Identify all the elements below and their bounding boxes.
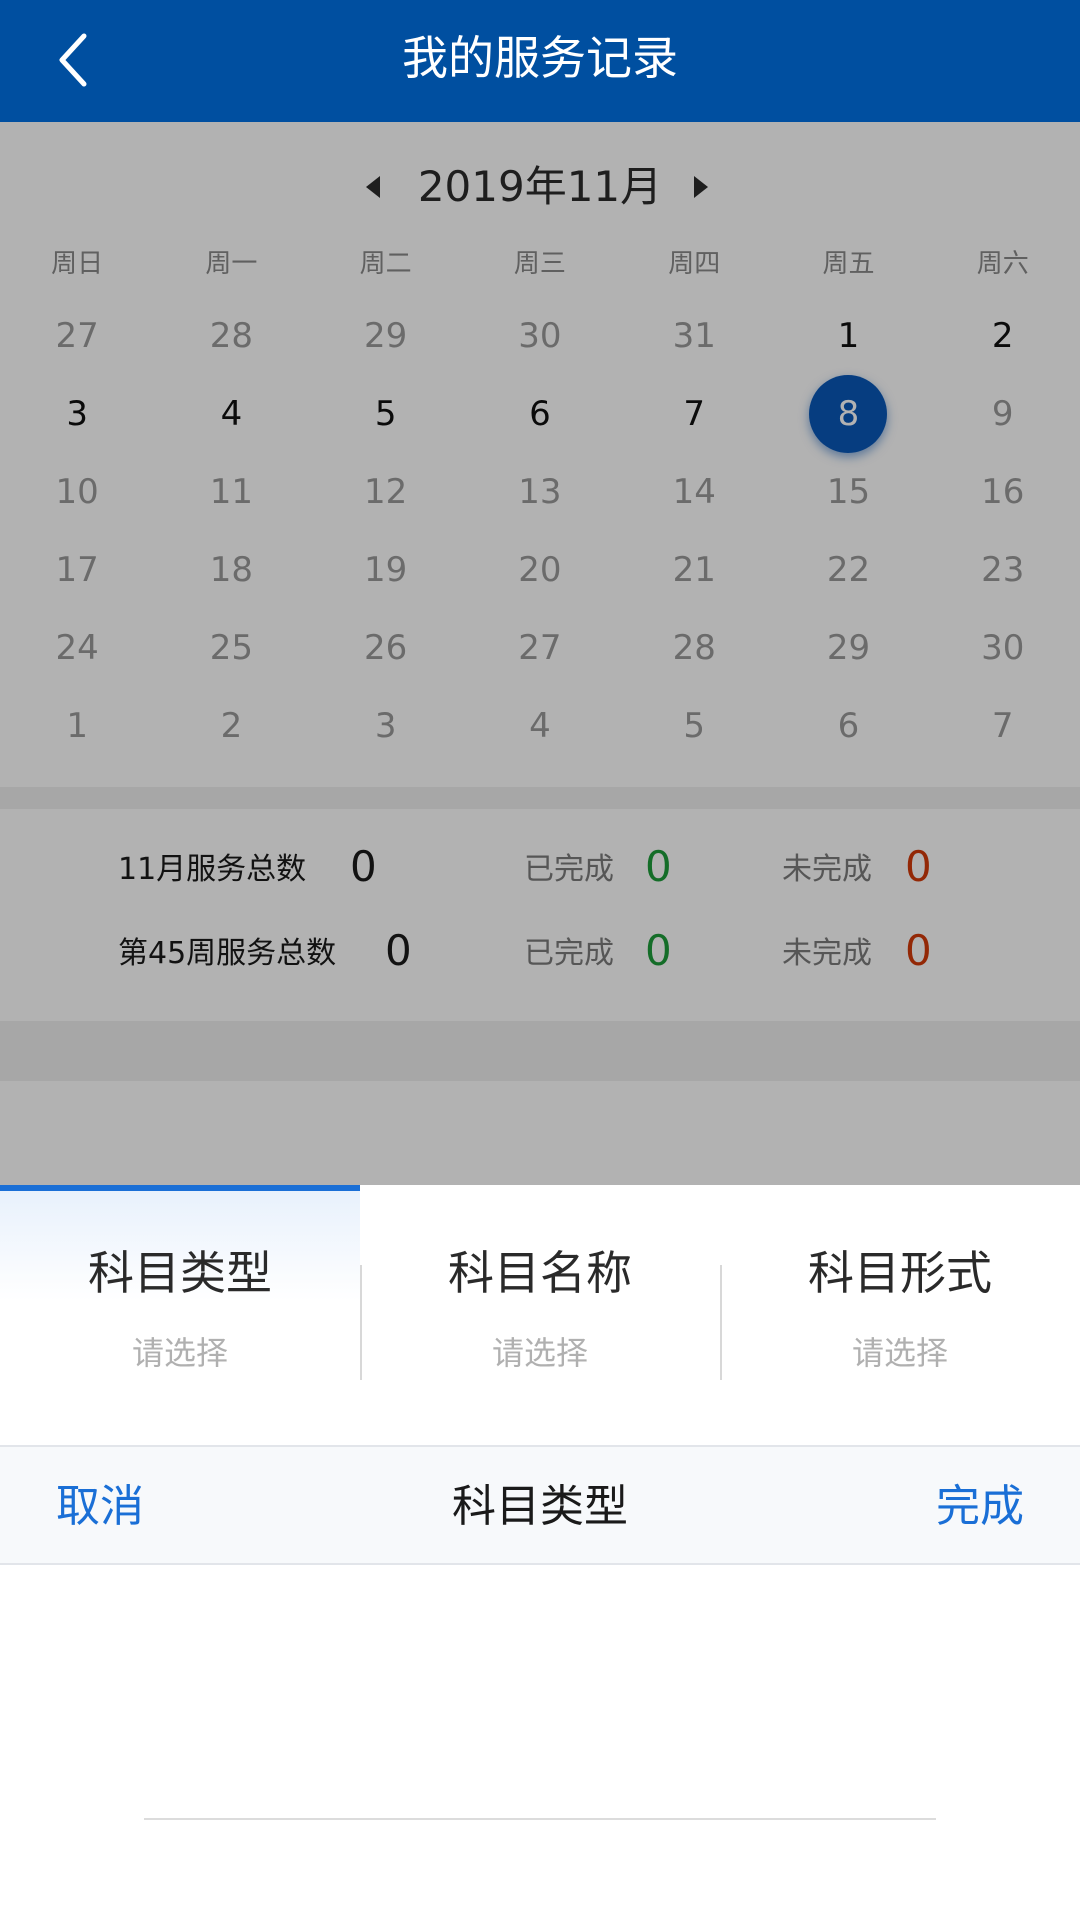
tab-subject-form[interactable]: 科目形式 请选择 xyxy=(720,1185,1080,1445)
tab-subject-name[interactable]: 科目名称 请选择 xyxy=(360,1185,720,1445)
tab-hint: 请选择 xyxy=(131,1334,228,1372)
picker-selection-line xyxy=(144,1818,936,1820)
subject-picker-sheet: 科目类型 请选择 科目名称 请选择 科目形式 请选择 取消 科目类型 完成 xyxy=(0,1185,1080,1920)
tab-divider xyxy=(360,1265,362,1380)
picker-toolbar: 取消 科目类型 完成 xyxy=(0,1445,1080,1565)
tab-title: 科目名称 xyxy=(448,1246,632,1300)
picker-tabs: 科目类型 请选择 科目名称 请选择 科目形式 请选择 xyxy=(0,1185,1080,1445)
page-title: 我的服务记录 xyxy=(402,31,678,85)
tab-divider xyxy=(720,1265,722,1380)
tab-title: 科目形式 xyxy=(808,1246,992,1300)
picker-title: 科目类型 xyxy=(452,1481,628,1532)
tab-subject-type[interactable]: 科目类型 请选择 xyxy=(0,1185,360,1445)
app-header: 我的服务记录 xyxy=(0,0,1080,122)
tab-title: 科目类型 xyxy=(88,1246,272,1300)
done-button[interactable]: 完成 xyxy=(936,1477,1024,1537)
tab-hint: 请选择 xyxy=(851,1334,948,1372)
modal-overlay[interactable] xyxy=(0,122,1080,1185)
tab-hint: 请选择 xyxy=(491,1334,588,1372)
